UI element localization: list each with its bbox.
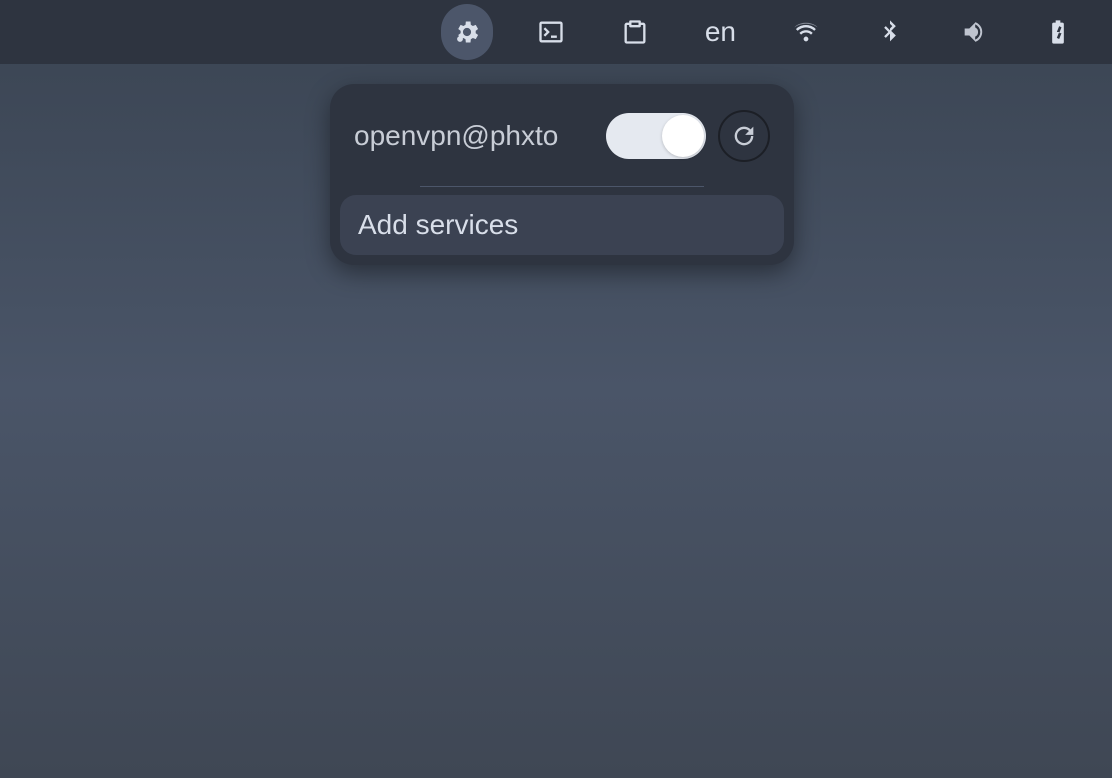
volume-icon	[960, 18, 988, 46]
terminal-button[interactable]	[525, 4, 577, 60]
language-button[interactable]: en	[693, 4, 748, 60]
language-label: en	[705, 16, 736, 48]
clipboard-button[interactable]	[609, 4, 661, 60]
divider	[420, 186, 704, 187]
gear-icon	[453, 18, 481, 46]
toggle-knob	[662, 115, 704, 157]
wifi-icon	[792, 18, 820, 46]
add-services-button[interactable]: Add services	[340, 195, 784, 255]
battery-button[interactable]	[1032, 4, 1084, 60]
add-services-label: Add services	[358, 209, 518, 240]
volume-button[interactable]	[948, 4, 1000, 60]
service-toggle[interactable]	[606, 113, 706, 159]
terminal-icon	[537, 18, 565, 46]
service-name-label: openvpn@phxto	[354, 120, 594, 152]
settings-button[interactable]	[441, 4, 493, 60]
refresh-button[interactable]	[718, 110, 770, 162]
wifi-button[interactable]	[780, 4, 832, 60]
refresh-icon	[730, 122, 758, 150]
services-panel: openvpn@phxto Add services	[330, 84, 794, 265]
clipboard-icon	[621, 18, 649, 46]
bluetooth-button[interactable]	[864, 4, 916, 60]
service-row: openvpn@phxto	[340, 94, 784, 178]
top-bar: en	[0, 0, 1112, 64]
battery-charging-icon	[1044, 18, 1072, 46]
bluetooth-icon	[876, 18, 904, 46]
